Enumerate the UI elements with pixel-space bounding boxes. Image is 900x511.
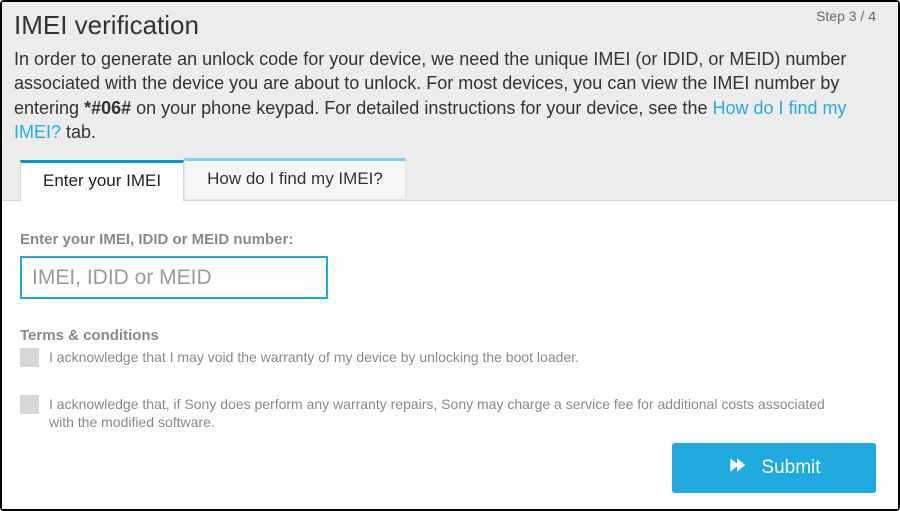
tab-find-imei[interactable]: How do I find my IMEI? <box>184 158 406 200</box>
imei-verification-page: Step 3 / 4 IMEI verification In order to… <box>0 0 900 511</box>
terms-checkbox-1[interactable] <box>20 348 39 367</box>
terms-heading: Terms & conditions <box>20 327 880 344</box>
tab-enter-imei[interactable]: Enter your IMEI <box>20 160 184 201</box>
imei-input[interactable] <box>20 256 328 299</box>
terms-row-1: I acknowledge that I may void the warran… <box>20 348 850 367</box>
intro-code: *#06# <box>84 98 131 118</box>
step-indicator: Step 3 / 4 <box>816 8 876 24</box>
terms-text-1: I acknowledge that I may void the warran… <box>49 348 579 366</box>
intro-part2: on your phone keypad. For detailed instr… <box>131 98 712 118</box>
intro-text: In order to generate an unlock code for … <box>14 47 870 144</box>
imei-field-label: Enter your IMEI, IDID or MEID number: <box>20 231 880 248</box>
submit-arrow-icon <box>727 455 747 481</box>
terms-row-2: I acknowledge that, if Sony does perform… <box>20 395 850 431</box>
tab-panel: Enter your IMEI, IDID or MEID number: Te… <box>2 200 898 509</box>
page-header: IMEI verification In order to generate a… <box>2 2 898 200</box>
submit-button[interactable]: Submit <box>672 443 876 493</box>
terms-checkbox-2[interactable] <box>20 395 39 414</box>
submit-label: Submit <box>761 457 820 479</box>
tab-bar: Enter your IMEI How do I find my IMEI? <box>14 158 880 200</box>
terms-text-2: I acknowledge that, if Sony does perform… <box>49 395 850 431</box>
intro-part3: tab. <box>61 122 96 142</box>
page-title: IMEI verification <box>14 10 880 41</box>
